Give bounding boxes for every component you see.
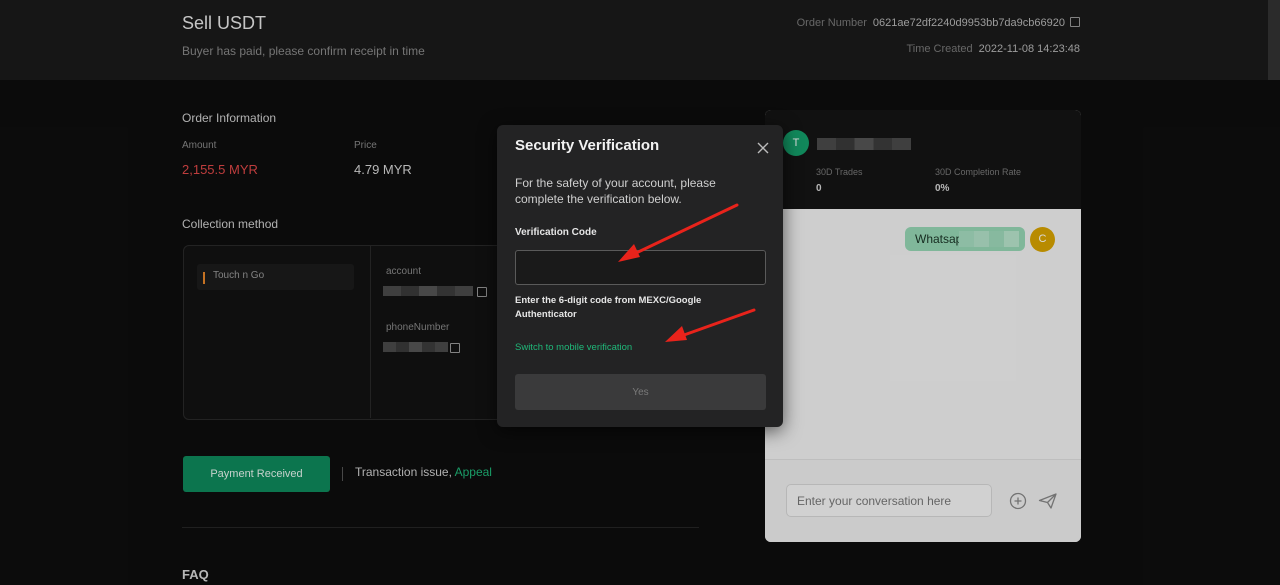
switch-to-mobile-link[interactable]: Switch to mobile verification <box>515 342 632 353</box>
completion-value: 0% <box>935 183 950 194</box>
account-masked-value <box>383 286 473 296</box>
payment-received-button[interactable]: Payment Received <box>183 456 330 492</box>
page-title: Sell USDT <box>182 13 267 33</box>
method-item-touch-n-go[interactable]: Touch n Go <box>197 264 354 290</box>
verification-code-input[interactable] <box>515 250 766 285</box>
time-created: Time Created 2022-11-08 14:23:48 <box>906 43 1080 55</box>
order-number: Order Number 0621ae72df2240d9953bb7da9cb6… <box>797 16 1080 29</box>
authenticator-hint: Enter the 6-digit code from MEXC/Google … <box>515 295 702 320</box>
faq-title: FAQ <box>182 567 209 582</box>
yes-button[interactable]: Yes <box>515 374 766 410</box>
modal-title: Security Verification <box>515 137 660 154</box>
modal-description: For the safety of your account, please c… <box>515 176 716 206</box>
trades-label: 30D Trades <box>816 167 863 177</box>
collection-method-title: Collection method <box>182 217 279 231</box>
phone-masked-value <box>383 342 448 352</box>
copy-icon[interactable] <box>1070 17 1080 27</box>
security-verification-modal: Security Verification For the safety of … <box>497 125 783 427</box>
amount-value: 2,155.5 MYR <box>182 162 258 177</box>
close-icon[interactable] <box>757 142 769 154</box>
verification-code-label: Verification Code <box>515 227 597 238</box>
completion-label: 30D Completion Rate <box>935 167 1022 177</box>
copy-icon[interactable] <box>477 287 487 297</box>
page-header: Sell USDT Buyer has paid, please confirm… <box>0 0 1280 80</box>
chat-message: Whatsapp <box>905 227 1025 251</box>
chat-footer <box>765 459 1081 542</box>
chat-header: T 30D Trades 0 30D Completion Rate 0% <box>765 110 1081 209</box>
method-label: Touch n Go <box>213 270 265 281</box>
transaction-issue: Transaction issue, Appeal <box>355 465 492 479</box>
divider <box>370 246 371 418</box>
amount-label: Amount <box>182 140 217 151</box>
counterparty-name-masked <box>817 138 911 150</box>
order-number-label: Order Number <box>796 17 867 29</box>
page-subtitle: Buyer has paid, please confirm receipt i… <box>182 44 425 58</box>
order-info-title: Order Information <box>182 111 277 125</box>
copy-icon[interactable] <box>450 343 460 353</box>
divider <box>182 527 699 528</box>
time-created-label: Time Created <box>906 43 973 55</box>
scrollbar[interactable] <box>1268 0 1280 80</box>
price-value: 4.79 MYR <box>354 162 412 177</box>
phone-label: phoneNumber <box>386 322 450 333</box>
order-number-value: 0621ae72df2240d9953bb7da9cb66920 <box>872 17 1065 29</box>
price-label: Price <box>354 140 377 151</box>
masked-number <box>959 231 1019 247</box>
appeal-link[interactable]: Appeal <box>455 465 492 479</box>
plus-circle-icon[interactable] <box>1009 492 1027 510</box>
account-label: account <box>386 266 422 277</box>
user-avatar: C <box>1030 227 1055 252</box>
chat-panel: T 30D Trades 0 30D Completion Rate 0% Wh… <box>765 110 1081 542</box>
separator <box>342 467 343 481</box>
transaction-issue-text: Transaction issue, <box>355 465 455 479</box>
counterparty-avatar: T <box>783 130 809 156</box>
method-indicator <box>203 272 205 284</box>
time-created-value: 2022-11-08 14:23:48 <box>978 43 1080 55</box>
trades-value: 0 <box>816 183 822 194</box>
send-icon[interactable] <box>1038 492 1058 510</box>
chat-input[interactable] <box>786 484 992 517</box>
